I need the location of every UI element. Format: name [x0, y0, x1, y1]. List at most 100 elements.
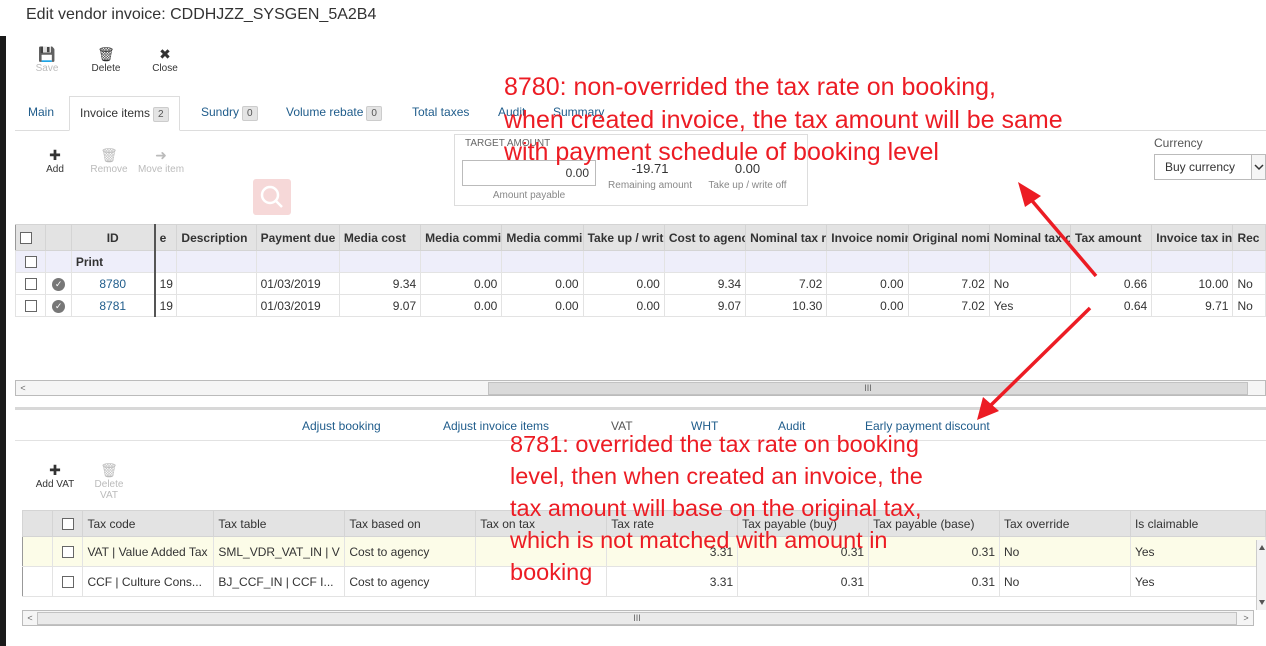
tab-total-taxes[interactable]: Total taxes [402, 96, 479, 131]
vat-horizontal-scrollbar[interactable]: < III > [22, 610, 1254, 626]
col-nominal-tax-rate[interactable]: Nominal tax r [745, 224, 828, 251]
cell-takeup: 0.00 [582, 294, 665, 317]
col-takeup[interactable]: Take up / writ [582, 224, 665, 251]
scroll-thumb[interactable]: III [37, 612, 1237, 625]
item-id-link[interactable]: 8781 [70, 294, 156, 317]
col-media-cost[interactable]: Media cost [338, 224, 422, 251]
tab-volume-rebate[interactable]: Volume rebate 0 [276, 96, 392, 131]
scroll-right-icon[interactable]: > [1239, 611, 1253, 625]
scroll-left-icon[interactable]: < [16, 381, 30, 395]
search-button[interactable] [253, 179, 291, 215]
tab-invoice-items[interactable]: Invoice items 2 [69, 96, 180, 131]
cell-media-commission-1: 0.00 [420, 294, 503, 317]
status-header [45, 224, 72, 251]
tab-main[interactable]: Main [18, 96, 64, 131]
plus-icon: ✚ [49, 462, 61, 478]
currency-select[interactable]: Buy currency [1154, 154, 1266, 180]
cell-tax-override: No [999, 566, 1131, 597]
select-all-header[interactable] [14, 224, 47, 251]
save-button[interactable]: 💾 Save [22, 45, 72, 74]
col-tax-table[interactable]: Tax table [213, 510, 346, 537]
cell-media-cost: 9.34 [338, 272, 422, 295]
col-invoice-tax-in[interactable]: Invoice tax in [1151, 224, 1234, 251]
cell-media-commission-2: 0.00 [501, 272, 584, 295]
cell-original-nominal: 7.02 [907, 294, 990, 317]
invoice-items-grid: ID e Description Payment due Media cost … [14, 224, 1266, 317]
cell-payment-due: 01/03/2019 [255, 272, 340, 295]
col-nominal-tax-override[interactable]: Nominal tax o [988, 224, 1072, 251]
cell-is-claimable: Yes [1129, 566, 1266, 597]
col-media-commission-2[interactable]: Media commi [501, 224, 584, 251]
cell-is-claimable: Yes [1129, 536, 1266, 567]
print-group-row[interactable]: Print [14, 250, 1266, 273]
cell-tax-based-on: Cost to agency [344, 566, 477, 597]
vat-vertical-scrollbar[interactable] [1256, 540, 1266, 610]
cell-tax-override: No [999, 536, 1131, 567]
col-cost-to-agency[interactable]: Cost to agenc [663, 224, 747, 251]
col-invoice-nominal[interactable]: Invoice nomir [826, 224, 909, 251]
cell-cost-to-agency: 9.34 [663, 272, 747, 295]
vat-select-all-header[interactable] [52, 510, 84, 537]
row-checkbox[interactable] [24, 300, 37, 313]
annotation-8780: 8780: non-overrided the tax rate on book… [504, 73, 1063, 166]
col-tax-based-on[interactable]: Tax based on [344, 510, 477, 537]
search-icon [260, 185, 283, 208]
cell-cost-to-agency: 9.07 [663, 294, 747, 317]
check-circle-icon: ✓ [52, 278, 66, 291]
select-all-checkbox[interactable] [20, 232, 32, 245]
scroll-arrows-icon [1259, 545, 1265, 605]
cell-media-commission-1: 0.00 [420, 272, 503, 295]
cell-tax-table: SML_VDR_VAT_IN | V [213, 536, 346, 567]
row-checkbox[interactable] [61, 576, 74, 589]
add-vat-button[interactable]: ✚ Add VAT [30, 461, 80, 490]
col-is-claimable[interactable]: Is claimable [1129, 510, 1266, 537]
invoice-items-count-badge: 2 [153, 107, 169, 122]
item-id-link[interactable]: 8780 [70, 272, 156, 295]
remaining-amount-label: Remaining amount [608, 180, 692, 191]
cell-nominal-tax-rate: 7.02 [745, 272, 828, 295]
items-horizontal-scrollbar[interactable]: < III [15, 380, 1266, 396]
remove-item-button[interactable]: 🗑 Remove [84, 146, 134, 175]
col-rec[interactable]: Rec [1232, 224, 1266, 251]
col-description[interactable]: Description [176, 224, 257, 251]
row-checkbox[interactable] [24, 256, 37, 269]
cell-invoice-nominal: 0.00 [826, 272, 909, 295]
tab-sundry[interactable]: Sundry 0 [191, 96, 268, 131]
scroll-thumb[interactable]: III [488, 382, 1248, 395]
cell-e: 19 [153, 272, 178, 295]
col-payment-due[interactable]: Payment due [255, 224, 340, 251]
delete-button[interactable]: 🗑 Delete [81, 45, 131, 74]
cell-tax-table: BJ_CCF_IN | CCF I... [213, 566, 346, 597]
col-media-commission-1[interactable]: Media commi [420, 224, 503, 251]
move-item-button[interactable]: ➜ Move item [136, 146, 186, 175]
col-tax-code[interactable]: Tax code [82, 510, 215, 537]
table-row[interactable]: ✓ 8780 19 01/03/2019 9.34 0.00 0.00 0.00… [14, 272, 1266, 295]
col-tax-amount[interactable]: Tax amount [1069, 224, 1153, 251]
arrow-right-icon: ➜ [155, 147, 167, 163]
col-original-nominal[interactable]: Original nomi [907, 224, 990, 251]
annotation-8781: 8781: overrided the tax rate on booking … [510, 431, 923, 585]
table-row[interactable]: ✓ 8781 19 01/03/2019 9.07 0.00 0.00 0.00… [14, 294, 1266, 317]
cell-tax-code: CCF | Culture Cons... [82, 566, 215, 597]
left-edge-bar [0, 36, 6, 646]
subtab-adjust-booking[interactable]: Adjust booking [302, 419, 381, 433]
cell-tax-code: VAT | Value Added Tax [82, 536, 215, 567]
col-tax-override[interactable]: Tax override [999, 510, 1131, 537]
cell-rec: No [1232, 272, 1266, 295]
close-button[interactable]: ✖ Close [140, 45, 190, 74]
cell-tax-amount: 0.66 [1069, 272, 1153, 295]
row-checkbox[interactable] [24, 278, 37, 291]
delete-vat-button[interactable]: 🗑 Delete VAT [88, 461, 130, 501]
cell-tax-based-on: Cost to agency [344, 536, 477, 567]
select-all-checkbox[interactable] [61, 518, 74, 531]
currency-label: Currency [1154, 136, 1203, 150]
cell-invoice-tax-in: 10.00 [1151, 272, 1234, 295]
amount-payable-label: Amount payable [492, 190, 566, 201]
add-item-button[interactable]: ✚ Add [30, 146, 80, 175]
col-id[interactable]: ID [70, 224, 156, 251]
pane-splitter[interactable] [15, 407, 1266, 410]
scroll-left-icon[interactable]: < [23, 611, 37, 625]
cell-media-commission-2: 0.00 [501, 294, 584, 317]
col-e[interactable]: e [153, 224, 178, 251]
row-checkbox[interactable] [61, 546, 74, 559]
